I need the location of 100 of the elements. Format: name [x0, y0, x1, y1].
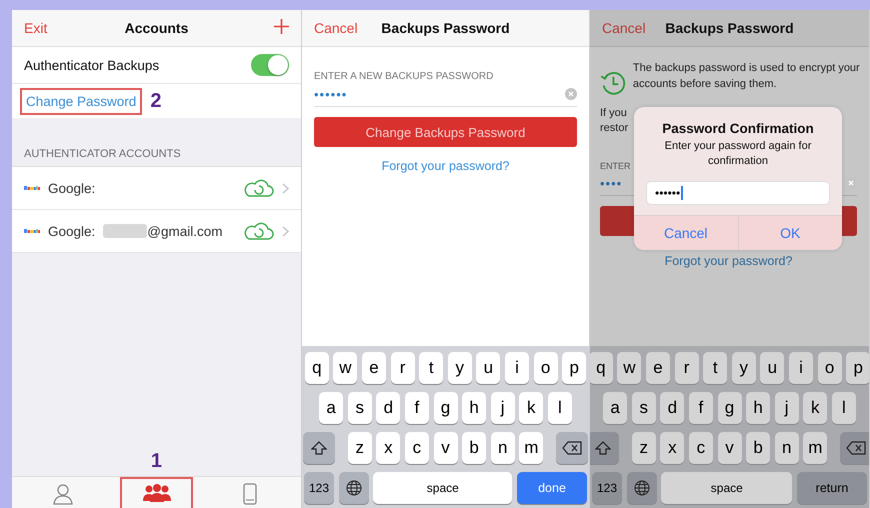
phone-icon — [243, 483, 258, 505]
key[interactable]: c — [404, 432, 429, 464]
key[interactable]: f — [688, 392, 713, 424]
logo-icon — [24, 185, 40, 191]
toggle-switch[interactable] — [251, 54, 289, 76]
row-label: Authenticator Backups — [24, 58, 160, 72]
step-number: 1 — [150, 450, 162, 472]
shift-key[interactable] — [303, 432, 336, 464]
step-number: 2 — [150, 90, 162, 112]
globe-key[interactable] — [626, 472, 657, 504]
key[interactable]: l — [548, 392, 572, 424]
key[interactable]: o — [818, 352, 842, 384]
key[interactable]: d — [376, 392, 400, 424]
key[interactable]: w — [333, 352, 358, 384]
tab[interactable] — [120, 477, 194, 508]
done-key[interactable]: done — [517, 472, 587, 504]
space-key[interactable]: space — [373, 472, 512, 504]
globe-icon — [346, 480, 362, 496]
shift-key[interactable] — [590, 432, 620, 464]
key[interactable]: h — [462, 392, 486, 424]
key[interactable]: z — [632, 432, 656, 464]
field-label: ENTER — [600, 161, 631, 172]
key[interactable]: m — [519, 432, 544, 464]
shift-icon — [311, 441, 328, 455]
key[interactable]: p — [562, 352, 586, 384]
key[interactable]: k — [519, 392, 544, 424]
key[interactable]: q — [304, 352, 329, 384]
key[interactable]: o — [534, 352, 558, 384]
key[interactable]: v — [718, 432, 742, 464]
nav-button[interactable]: Exit — [24, 20, 48, 36]
key[interactable]: l — [832, 392, 856, 424]
field-label: ENTER A NEW BACKUPS PASSWORD — [314, 71, 494, 82]
key[interactable]: w — [617, 352, 642, 384]
key[interactable]: g — [434, 392, 458, 424]
key[interactable]: a — [603, 392, 628, 424]
nav-title: Backups Password — [381, 20, 510, 36]
logo-icon — [24, 228, 40, 234]
key[interactable]: s — [632, 392, 656, 424]
nav-button[interactable]: Cancel — [314, 20, 358, 36]
key[interactable]: t — [419, 352, 444, 384]
key[interactable]: p — [846, 352, 869, 384]
globe-icon — [634, 480, 650, 496]
key[interactable]: n — [774, 432, 799, 464]
key[interactable]: a — [319, 392, 344, 424]
key[interactable]: t — [703, 352, 728, 384]
plus-icon[interactable] — [274, 19, 289, 34]
key[interactable]: n — [490, 432, 515, 464]
key[interactable]: x — [376, 432, 400, 464]
key[interactable]: b — [462, 432, 486, 464]
key[interactable]: r — [674, 352, 699, 384]
chevron-icon — [282, 182, 289, 194]
key[interactable]: i — [504, 352, 529, 384]
key[interactable]: h — [746, 392, 770, 424]
key[interactable]: u — [476, 352, 500, 384]
key[interactable]: g — [718, 392, 742, 424]
key[interactable]: s — [348, 392, 372, 424]
key[interactable]: c — [688, 432, 713, 464]
key[interactable]: y — [448, 352, 472, 384]
space-key[interactable]: space — [661, 472, 792, 504]
key[interactable]: d — [660, 392, 684, 424]
key[interactable]: r — [390, 352, 415, 384]
key[interactable]: j — [490, 392, 515, 424]
dialog-message: Enter your password again for confirmation — [664, 139, 812, 169]
account-row[interactable]: Google: @gmail.com — [12, 210, 301, 253]
delete-key[interactable] — [840, 432, 869, 464]
backspace-icon — [562, 441, 582, 455]
backspace-icon — [846, 441, 866, 455]
info-text: If you — [600, 107, 627, 120]
key[interactable]: y — [732, 352, 756, 384]
password-field[interactable]: •••••• — [314, 82, 577, 107]
key[interactable]: k — [803, 392, 828, 424]
account-name: Google: — [48, 224, 96, 238]
key[interactable]: b — [746, 432, 770, 464]
key[interactable]: m — [803, 432, 828, 464]
numbers-key[interactable]: 123 — [304, 472, 334, 504]
key[interactable]: i — [788, 352, 813, 384]
numbers-key[interactable]: 123 — [592, 472, 622, 504]
shift-icon — [595, 441, 612, 455]
info-text: restor — [600, 122, 628, 136]
chevron-icon — [282, 226, 289, 236]
key[interactable]: z — [348, 432, 372, 464]
account-email: @gmail.com — [147, 224, 223, 238]
key[interactable]: e — [646, 352, 670, 384]
account-name: Google: — [48, 180, 96, 196]
password-input[interactable]: •••••• — [646, 180, 830, 205]
nav-title: Backups Password — [665, 20, 794, 36]
key[interactable]: u — [760, 352, 784, 384]
delete-key[interactable] — [556, 432, 588, 464]
person-icon — [52, 483, 73, 505]
account-row[interactable]: Google: — [12, 167, 301, 210]
globe-key[interactable] — [338, 472, 369, 504]
key[interactable]: f — [404, 392, 429, 424]
key[interactable]: v — [434, 432, 458, 464]
group-icon — [142, 483, 172, 503]
cloud-sync-icon — [242, 178, 274, 198]
key[interactable]: e — [362, 352, 386, 384]
key[interactable]: q — [590, 352, 613, 384]
key[interactable]: j — [774, 392, 799, 424]
key[interactable]: x — [660, 432, 684, 464]
return-key[interactable]: return — [797, 472, 867, 504]
